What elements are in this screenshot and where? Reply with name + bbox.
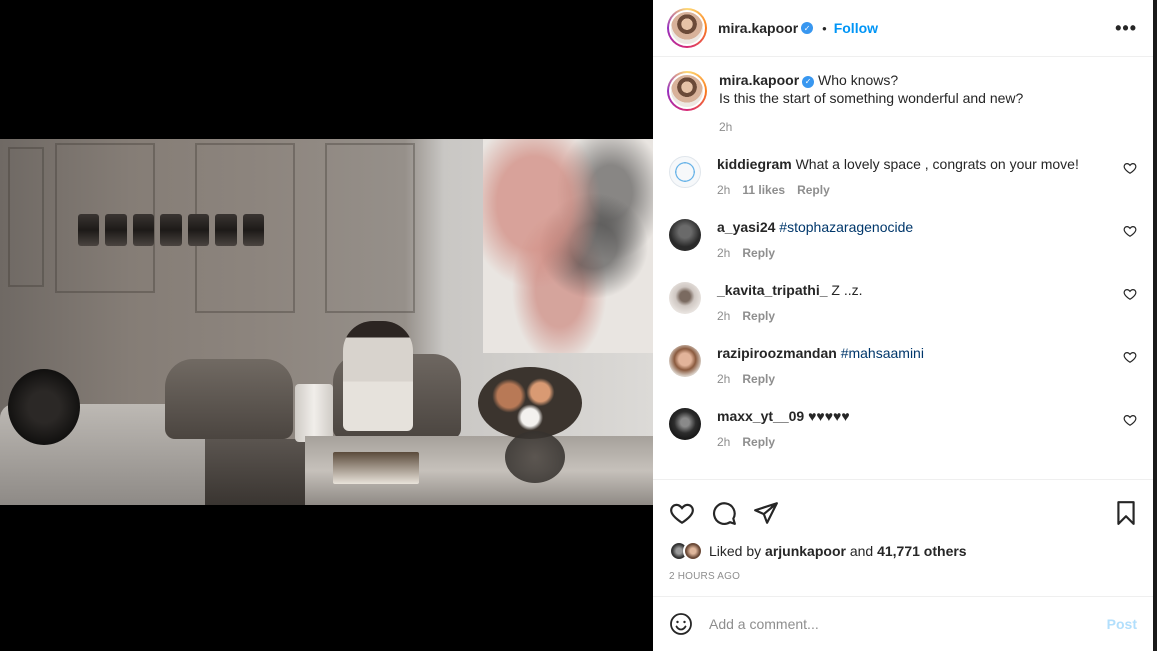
floor-rug <box>205 439 305 505</box>
commenter-avatar[interactable] <box>669 156 701 188</box>
wall-panel <box>325 143 415 313</box>
post-actions-bar <box>653 479 1153 545</box>
caption-username[interactable]: mira.kapoor <box>719 72 799 88</box>
caption-text-line1: Who knows? <box>818 72 899 88</box>
author-username[interactable]: mira.kapoor <box>718 20 798 36</box>
comment-username[interactable]: kiddiegram <box>717 156 792 172</box>
author-avatar[interactable] <box>667 8 707 48</box>
commenter-avatar[interactable] <box>669 219 701 251</box>
comment-hashtag[interactable]: #stophazaragenocide <box>779 219 913 235</box>
caption-time: 2h <box>719 120 733 134</box>
comment-heart-icon[interactable] <box>1123 350 1137 364</box>
comment-text: ♥♥♥♥♥ <box>808 408 850 424</box>
comment-item: a_yasi24 #stophazaragenocide 2h Reply <box>667 216 1137 262</box>
reply-button[interactable]: Reply <box>797 181 830 199</box>
bookmark-icon[interactable] <box>1113 500 1139 526</box>
comment-time: 2h <box>717 372 731 386</box>
comment-time: 2h <box>717 246 731 260</box>
comment-hashtag[interactable]: #mahsaamini <box>841 345 924 361</box>
post-comment-button[interactable]: Post <box>1107 616 1137 632</box>
share-icon[interactable] <box>753 500 779 526</box>
side-table <box>295 384 333 442</box>
glass-vase <box>505 431 565 483</box>
wall-sconce <box>78 214 264 246</box>
liked-by-others[interactable]: 41,771 others <box>877 543 967 559</box>
heart-icon[interactable] <box>669 500 695 526</box>
post-timestamp[interactable]: 2 HOURS AGO <box>653 571 1153 582</box>
comment-heart-icon[interactable] <box>1123 224 1137 238</box>
abstract-artwork <box>483 139 653 353</box>
comment-composer: Post <box>653 596 1153 651</box>
liker-avatar[interactable] <box>683 541 703 561</box>
wall-panel <box>8 147 44 287</box>
comment-likes[interactable]: 11 likes <box>742 181 785 199</box>
comment-username[interactable]: a_yasi24 <box>717 219 775 235</box>
post-photo[interactable] <box>0 139 653 505</box>
post-side-panel: mira.kapoor ✓ • Follow ••• mira.kapoor ✓ … <box>653 0 1153 651</box>
caption-text-line2: Is this the start of something wonderful… <box>719 90 1024 106</box>
post-media-area <box>0 0 653 651</box>
comment-item: _kavita_tripathi_ Z ..z. 2h Reply <box>667 279 1137 325</box>
reply-button[interactable]: Reply <box>742 370 775 388</box>
comment-heart-icon[interactable] <box>1123 413 1137 427</box>
commenter-avatar[interactable] <box>669 282 701 314</box>
comment-heart-icon[interactable] <box>1123 287 1137 301</box>
comment-text: Z ..z. <box>831 282 863 298</box>
coffee-table-book <box>333 452 419 484</box>
comment-item: razipiroozmandan #mahsaamini 2h Reply <box>667 342 1137 388</box>
commenter-avatar[interactable] <box>669 345 701 377</box>
round-cushion <box>8 369 80 445</box>
separator-dot: • <box>822 20 827 36</box>
armchair <box>165 359 293 439</box>
comment-time: 2h <box>717 435 731 449</box>
liked-by-user[interactable]: arjunkapoor <box>765 543 846 559</box>
reply-button[interactable]: Reply <box>742 307 775 325</box>
follow-button[interactable]: Follow <box>834 20 878 36</box>
likes-summary: Liked by arjunkapoor and 41,771 others <box>653 537 1153 565</box>
comment-item: kiddiegram What a lovely space , congrat… <box>667 153 1137 199</box>
comment-time: 2h <box>717 309 731 323</box>
reply-button[interactable]: Reply <box>742 244 775 262</box>
reply-button[interactable]: Reply <box>742 433 775 451</box>
post-caption: mira.kapoor ✓ Who knows? Is this the star… <box>667 71 1137 136</box>
commenter-avatar[interactable] <box>669 408 701 440</box>
comment-item: maxx_yt__09 ♥♥♥♥♥ 2h Reply <box>667 405 1137 451</box>
comment-input[interactable] <box>709 616 1107 632</box>
post-header: mira.kapoor ✓ • Follow ••• <box>653 0 1153 57</box>
comment-heart-icon[interactable] <box>1123 161 1137 175</box>
comment-text: What a lovely space , congrats on your m… <box>795 156 1079 172</box>
comment-username[interactable]: _kavita_tripathi_ <box>717 282 828 298</box>
window-edge <box>1153 0 1157 651</box>
comment-username[interactable]: razipiroozmandan <box>717 345 837 361</box>
verified-badge-icon: ✓ <box>801 22 814 34</box>
author-avatar[interactable] <box>667 71 707 111</box>
liked-by-connector: and <box>849 543 874 559</box>
emoji-icon[interactable] <box>669 612 693 636</box>
more-icon[interactable]: ••• <box>1115 18 1137 39</box>
liked-by-prefix: Liked by <box>709 543 762 559</box>
comment-icon[interactable] <box>711 500 737 526</box>
seated-person <box>343 321 413 431</box>
comment-time: 2h <box>717 183 731 197</box>
verified-badge-icon: ✓ <box>802 76 815 88</box>
comment-username[interactable]: maxx_yt__09 <box>717 408 804 424</box>
flower-arrangement <box>478 367 582 439</box>
comments-list[interactable]: mira.kapoor ✓ Who knows? Is this the star… <box>653 57 1153 479</box>
